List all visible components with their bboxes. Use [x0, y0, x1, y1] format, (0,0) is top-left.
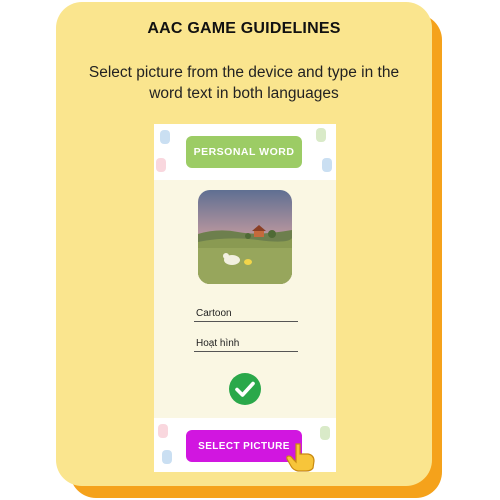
selected-picture[interactable] — [198, 190, 292, 284]
phone-screen: PERSONAL WORD Cartoon Hoạt hình SELECT P… — [154, 124, 336, 472]
page-title: AAC GAME GUIDELINES — [147, 20, 341, 37]
vietnamese-word-field[interactable]: Hoạt hình — [194, 338, 298, 352]
english-word-field[interactable]: Cartoon — [194, 308, 298, 322]
pointing-hand-icon — [282, 442, 318, 472]
personal-word-button[interactable]: PERSONAL WORD — [186, 136, 302, 168]
instruction-text: Select picture from the device and type … — [88, 64, 400, 102]
check-circle-icon[interactable] — [228, 372, 262, 406]
landscape-image — [198, 190, 292, 284]
